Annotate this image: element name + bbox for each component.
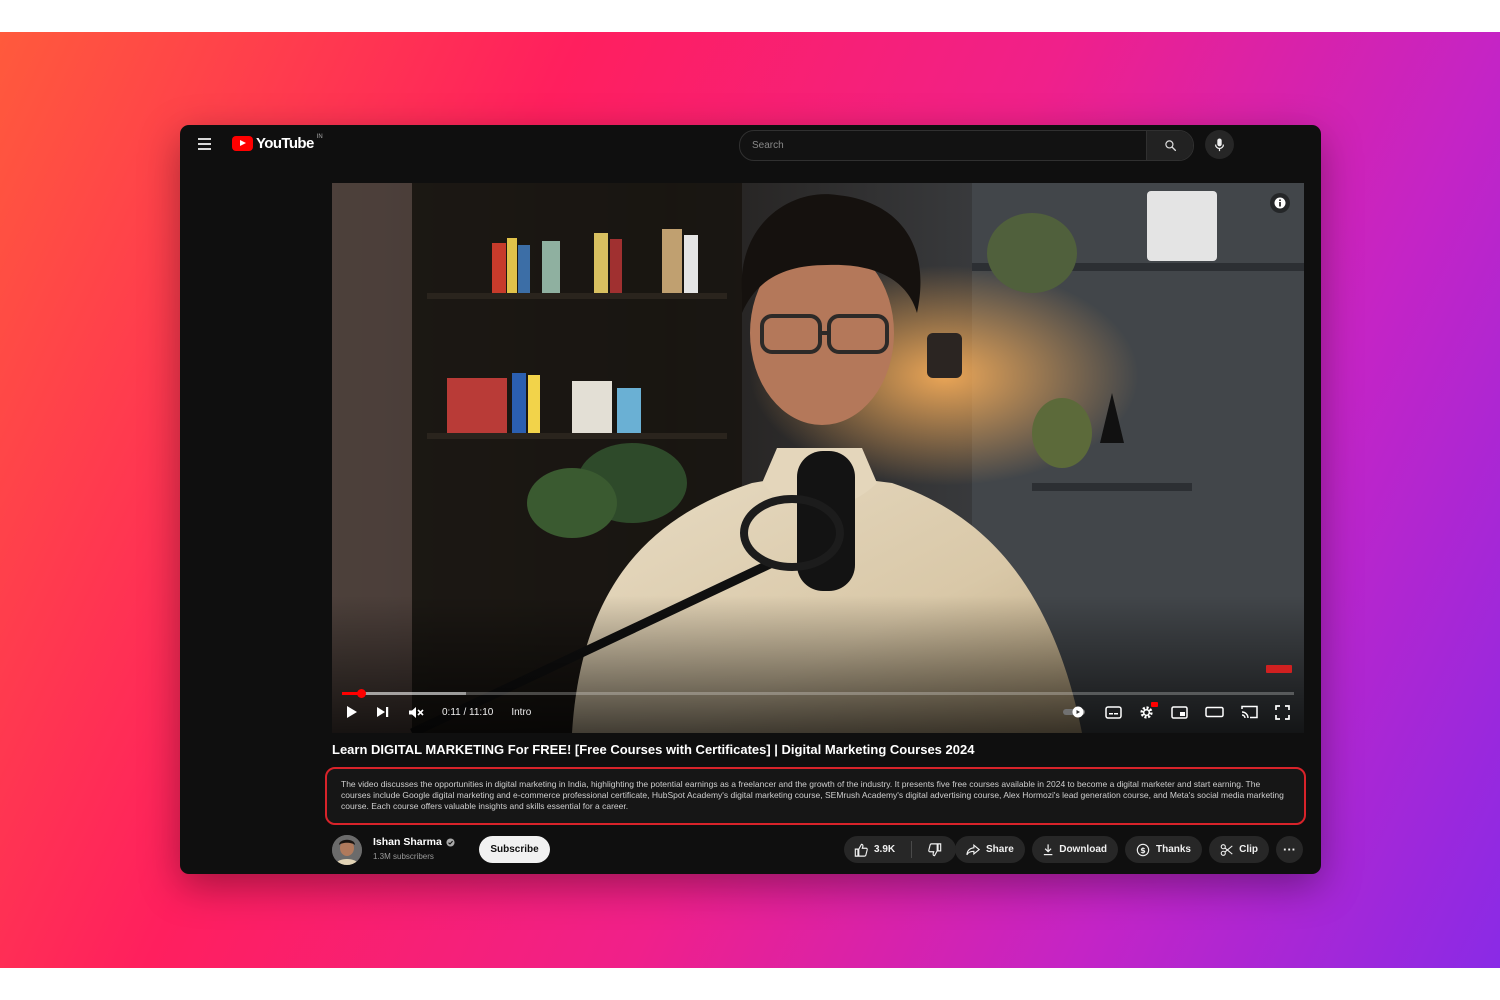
youtube-play-icon [232,136,253,151]
svg-text:$: $ [1140,846,1145,855]
channel-name-row[interactable]: Ishan Sharma [373,836,455,848]
share-label: Share [986,844,1014,855]
thanks-icon: $ [1136,843,1150,856]
miniplayer-button[interactable] [1171,705,1188,719]
verified-icon [446,837,455,847]
more-actions-button[interactable]: ··· [1276,836,1303,863]
overlay-tag [1266,665,1292,673]
video-description-text: The video discusses the opportunities in… [341,779,1284,811]
download-button[interactable]: Download [1032,836,1118,863]
share-button[interactable]: Share [955,836,1025,863]
controls-right [1062,701,1290,723]
info-button[interactable] [1270,193,1290,213]
subscribe-button[interactable]: Subscribe [479,836,550,863]
progress-bar[interactable] [342,689,1294,698]
volume-muted-icon [409,706,424,718]
download-label: Download [1059,844,1107,855]
logo-region-code: IN [316,134,323,140]
settings-button[interactable] [1139,701,1158,720]
theater-mode-button[interactable] [1205,706,1224,718]
like-divider [911,841,913,858]
search-icon [1164,140,1176,152]
time-display: 0:11 / 11:10 [442,706,494,718]
mute-button[interactable] [408,706,424,719]
info-icon [1274,197,1286,209]
dislike-button[interactable] [918,836,952,863]
like-count: 3.9K [874,844,896,855]
theater-icon [1205,706,1224,718]
chapter-label[interactable]: Intro [511,707,531,718]
autoplay-toggle[interactable] [1062,706,1088,718]
logo-text: YouTube [256,135,314,152]
youtube-logo[interactable]: YouTube IN [232,134,323,152]
scissors-icon [1220,843,1233,856]
miniplayer-icon [1171,705,1188,719]
thanks-button[interactable]: $ Thanks [1125,836,1202,863]
next-icon [377,707,389,717]
video-description-box[interactable]: The video discusses the opportunities in… [325,767,1306,825]
subtitles-button[interactable] [1105,705,1122,719]
hd-badge [1151,701,1158,707]
voice-search-button[interactable] [1205,130,1234,159]
search-input[interactable] [740,131,1146,160]
microphone-icon [1214,137,1225,151]
scrubber-handle[interactable] [357,689,367,698]
menu-icon[interactable] [198,138,211,150]
video-player[interactable]: 0:11 / 11:10 Intro [332,183,1304,733]
next-button[interactable] [376,706,390,718]
autoplay-icon [1063,706,1085,718]
share-icon [966,843,980,855]
fullscreen-icon [1275,704,1290,720]
like-button[interactable]: 3.9K [844,836,905,863]
channel-name[interactable]: Ishan Sharma [373,836,442,848]
search-button[interactable] [1146,131,1193,160]
video-frame [332,183,1304,733]
thumbs-down-icon [928,842,942,856]
subtitles-icon [1105,705,1122,719]
channel-avatar[interactable] [332,835,362,865]
cast-icon [1241,705,1258,719]
download-icon [1043,844,1053,856]
like-dislike-group: 3.9K [844,836,956,863]
controls-left: 0:11 / 11:10 Intro [346,701,531,723]
more-icon: ··· [1283,842,1296,857]
subscriber-count: 1.3M subscribers [373,852,434,861]
youtube-window: YouTube IN Search 0:11 / 11:10 Intro Lea… [180,125,1321,874]
search-box [739,130,1194,161]
play-icon [347,706,357,718]
clip-label: Clip [1239,844,1258,855]
thanks-label: Thanks [1155,844,1191,855]
cast-button[interactable] [1241,705,1258,719]
clip-button[interactable]: Clip [1209,836,1269,863]
avatar-image [332,835,362,865]
video-title: Learn DIGITAL MARKETING For FREE! [Free … [332,742,975,757]
settings-gear-icon [1140,705,1153,719]
thumbs-up-icon [854,843,868,857]
play-button[interactable] [346,705,358,719]
fullscreen-button[interactable] [1275,704,1290,720]
